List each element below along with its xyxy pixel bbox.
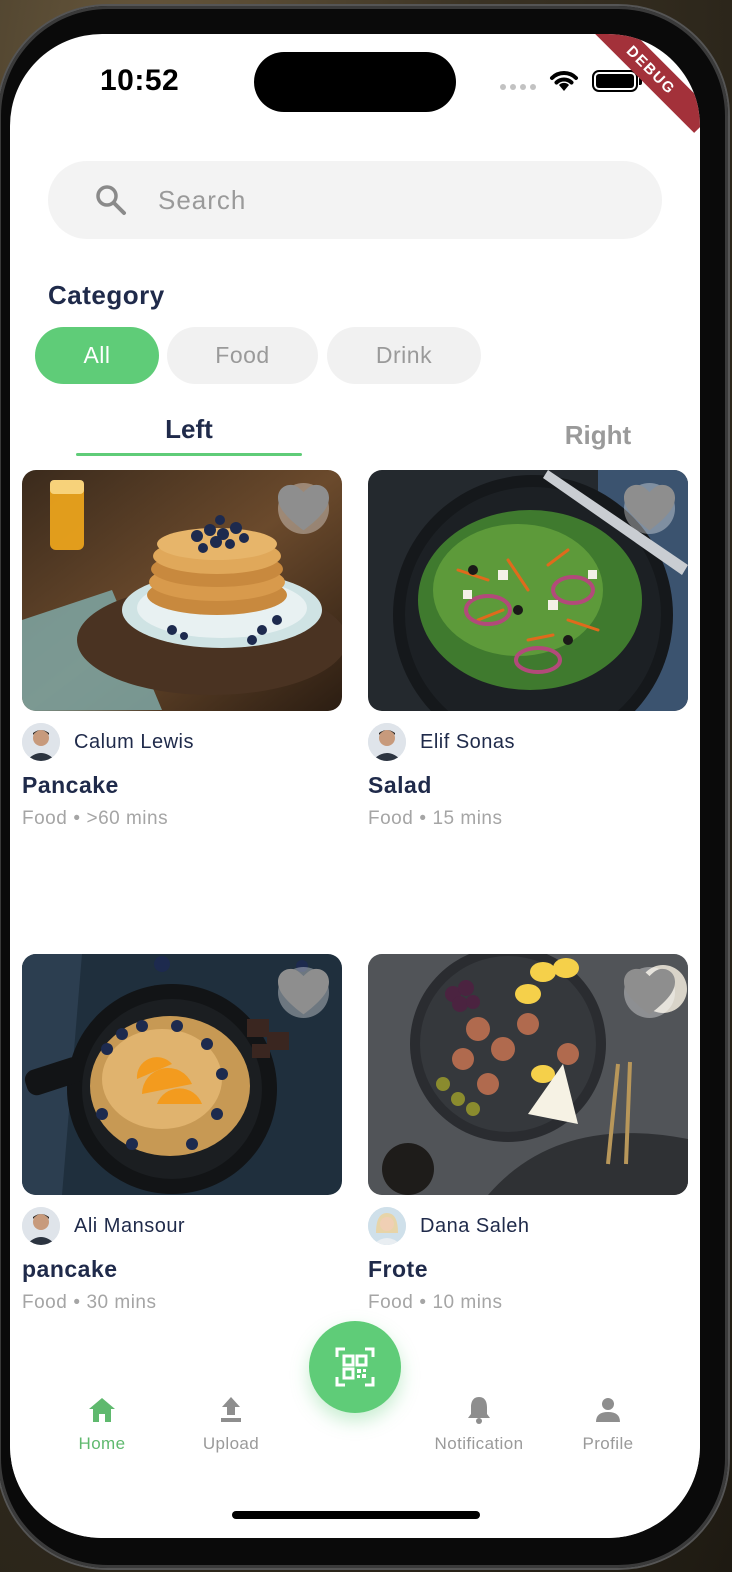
nav-item-home[interactable]: Home <box>42 1394 162 1454</box>
skillet-pancake-photo <box>22 954 342 1195</box>
nav-label-upload: Upload <box>202 1434 260 1453</box>
nav-item-notification[interactable]: Notification <box>419 1394 539 1454</box>
recipe-duration: 30 mins <box>86 1292 157 1313</box>
tab-indicator <box>76 453 302 456</box>
heart-icon <box>278 968 329 1015</box>
recipe-title: Salad <box>368 772 432 798</box>
bell-icon <box>468 1397 490 1424</box>
scan-qr-button[interactable] <box>309 1321 401 1413</box>
meta-separator: • <box>419 808 427 829</box>
favorite-button[interactable] <box>624 967 675 1018</box>
pancake-stack-photo <box>22 470 342 711</box>
dynamic-island <box>254 52 456 112</box>
recipe-meta: Food • 10 mins <box>368 1292 503 1314</box>
status-bar: 10:52 DEBUG <box>10 34 700 134</box>
recipe-meta: Food • 15 mins <box>368 808 503 830</box>
nav-item-profile[interactable]: Profile <box>548 1394 668 1454</box>
recipe-category: Food <box>368 1292 414 1313</box>
recipe-category: Food <box>22 1292 68 1313</box>
meta-separator: • <box>419 1292 427 1313</box>
meta-separator: • <box>73 808 81 829</box>
qr-scan-icon <box>335 1347 375 1387</box>
author-name: Dana Saleh <box>420 1215 530 1237</box>
tab-right[interactable]: Right <box>530 420 666 451</box>
avatar <box>22 723 60 761</box>
battery-icon <box>592 70 642 92</box>
avatar <box>368 723 406 761</box>
heart-icon <box>278 484 329 531</box>
author-name: Ali Mansour <box>74 1215 186 1237</box>
recipe-author[interactable]: Dana Saleh <box>368 1207 688 1247</box>
recipe-category: Food <box>368 808 414 829</box>
favorite-button[interactable] <box>278 483 329 534</box>
meta-separator: • <box>73 1292 81 1313</box>
category-heading: Category <box>48 280 165 310</box>
recipe-duration: 10 mins <box>432 1292 503 1313</box>
category-chip-food[interactable]: Food <box>167 327 318 384</box>
wifi-icon <box>550 71 578 91</box>
category-chip-drink[interactable]: Drink <box>327 327 481 384</box>
platter-photo <box>368 954 688 1195</box>
recipe-title: pancake <box>22 1256 118 1282</box>
upload-icon <box>221 1397 241 1422</box>
salad-bowl-photo <box>368 470 688 711</box>
recipe-title: Pancake <box>22 772 119 798</box>
heart-icon <box>624 968 675 1015</box>
recipe-title: Frote <box>368 1256 428 1282</box>
recipe-category: Food <box>22 808 68 829</box>
avatar <box>368 1207 406 1245</box>
author-name: Calum Lewis <box>74 731 194 753</box>
cellular-signal-icon <box>500 84 536 90</box>
recipe-author[interactable]: Calum Lewis <box>22 723 342 763</box>
search-bar[interactable] <box>48 161 662 239</box>
avatar <box>22 1207 60 1245</box>
recipe-duration: 15 mins <box>432 808 503 829</box>
nav-item-upload[interactable]: Upload <box>171 1394 291 1454</box>
home-indicator[interactable] <box>232 1511 480 1519</box>
home-icon <box>89 1398 115 1422</box>
app-screen: 10:52 DEBUG Category All Food Drink Left… <box>10 34 700 1538</box>
nav-label-home: Home <box>78 1434 126 1453</box>
status-time: 10:52 <box>100 64 180 97</box>
search-input[interactable] <box>158 161 638 239</box>
search-icon <box>96 185 126 215</box>
recipe-author[interactable]: Elif Sonas <box>368 723 688 763</box>
heart-icon <box>624 484 675 531</box>
tab-left[interactable]: Left <box>76 414 302 445</box>
favorite-button[interactable] <box>278 967 329 1018</box>
favorite-button[interactable] <box>624 483 675 534</box>
recipe-meta: Food • >60 mins <box>22 808 168 830</box>
nav-label-profile: Profile <box>582 1434 634 1453</box>
recipe-author[interactable]: Ali Mansour <box>22 1207 342 1247</box>
category-chip-all[interactable]: All <box>35 327 159 384</box>
nav-label-notification: Notification <box>434 1434 524 1453</box>
recipe-duration: >60 mins <box>86 808 169 829</box>
recipe-meta: Food • 30 mins <box>22 1292 157 1314</box>
author-name: Elif Sonas <box>420 731 516 753</box>
person-icon <box>596 1398 620 1422</box>
